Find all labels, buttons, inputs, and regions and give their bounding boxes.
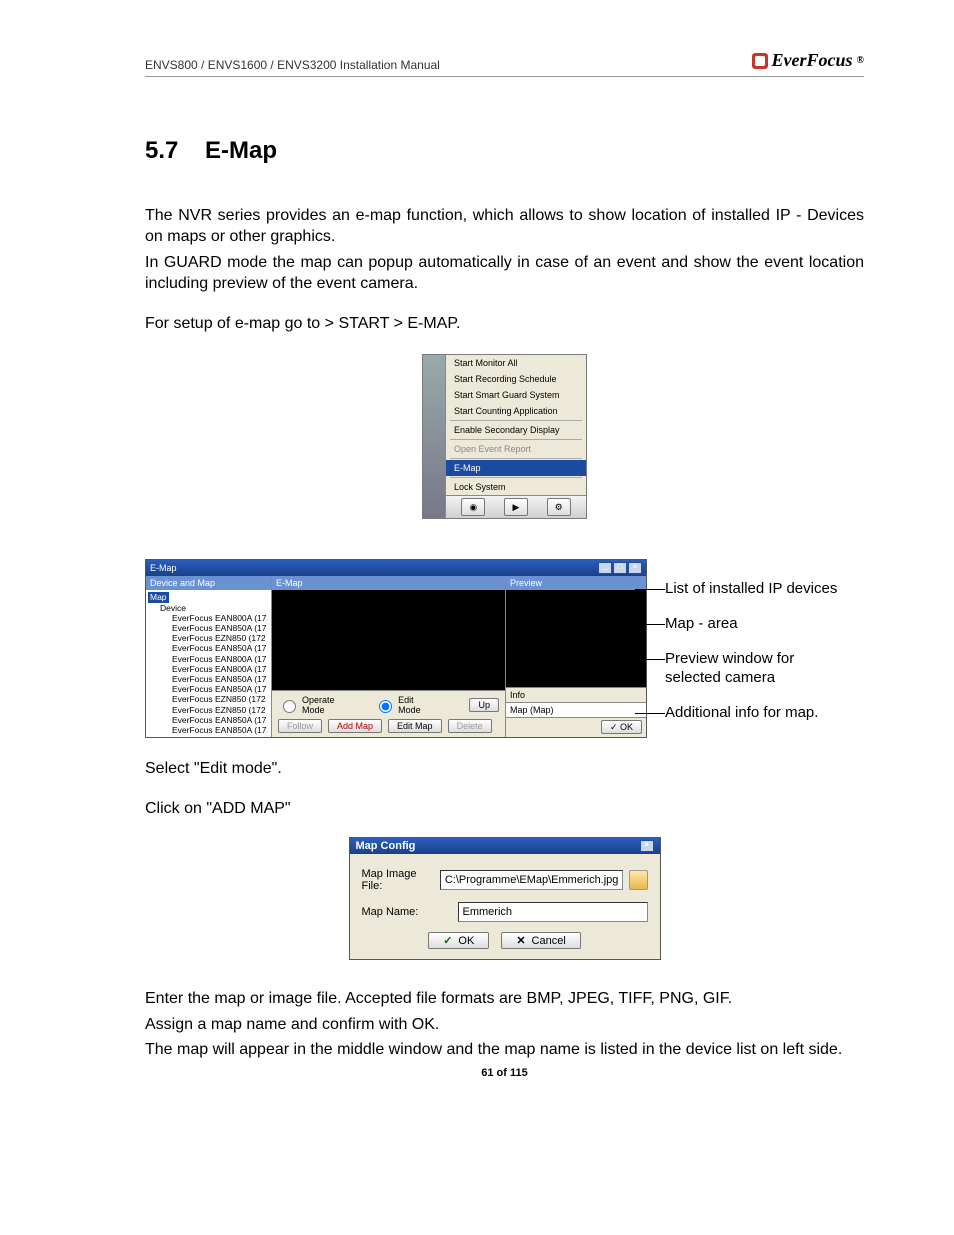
menu-item-disabled: Open Event Report	[446, 441, 586, 457]
menu-bottom-bar: ◉ ▶ ⚙	[446, 495, 586, 518]
info-header: Info	[506, 687, 646, 702]
callout: Map - area	[665, 614, 845, 634]
map-config-dialog: Map Config × Map Image File: C:\Programm…	[349, 837, 661, 960]
device-tree-panel: Device and Map Map Device EverFocus EAN8…	[146, 576, 272, 737]
menu-item[interactable]: Start Monitor All	[446, 355, 586, 371]
menu-separator	[450, 458, 582, 459]
callout: Preview window for selected camera	[665, 649, 845, 688]
menu-separator	[450, 439, 582, 440]
edit-map-button[interactable]: Edit Map	[388, 719, 442, 733]
page-number: 61 of 115	[145, 1067, 864, 1079]
tree-root-map[interactable]: Map	[148, 592, 169, 602]
device-tree[interactable]: Map Device EverFocus EAN800A (17 EverFoc…	[146, 590, 271, 737]
panel-header: E-Map	[272, 576, 505, 590]
map-footer-controls: Operate Mode Edit Mode Up Follow Add Map…	[272, 690, 505, 737]
browse-button[interactable]	[629, 870, 647, 890]
map-image-file-input[interactable]: C:\Programme\EMap\Emmerich.jpg	[440, 870, 624, 890]
tree-device-item[interactable]: EverFocus EAN800A (17	[148, 613, 269, 623]
menu-item[interactable]: Lock System	[446, 479, 586, 495]
tree-device-item[interactable]: EverFocus EZN850 (172	[148, 705, 269, 715]
map-name-label: Map Name:	[362, 906, 452, 918]
paragraph: Assign a map name and confirm with OK.	[145, 1014, 864, 1036]
play-icon[interactable]: ▶	[504, 498, 528, 516]
panel-header: Preview	[506, 576, 646, 590]
panel-header: Device and Map	[146, 576, 271, 590]
follow-button: Follow	[278, 719, 322, 733]
callout: List of installed IP devices	[665, 579, 845, 599]
page-header: ENVS800 / ENVS1600 / ENVS3200 Installati…	[145, 50, 864, 77]
emap-window: E-Map _ □ × Device and Map Map Device Ev…	[145, 559, 647, 738]
callout: Additional info for map.	[665, 703, 845, 723]
tree-device-item[interactable]: EverFocus EAN850A (17	[148, 674, 269, 684]
tree-device-item[interactable]: EverFocus EAN800A (17	[148, 654, 269, 664]
settings-icon[interactable]: ⚙	[547, 498, 571, 516]
map-image-file-label: Map Image File:	[362, 868, 434, 892]
preview-panel: Preview Info Map (Map) ✓ OK	[505, 576, 646, 737]
section-number: 5.7	[145, 137, 178, 164]
preview-area	[506, 590, 646, 687]
map-name-input[interactable]: Emmerich	[458, 902, 648, 922]
map-area-panel: E-Map Operate Mode Edit Mode Up Follow A…	[272, 576, 505, 737]
up-button[interactable]: Up	[469, 698, 499, 712]
menu-side-strip	[423, 355, 446, 518]
brand-name: EverFocus	[772, 50, 853, 71]
dialog-title: Map Config	[356, 840, 416, 852]
minimize-icon[interactable]: _	[598, 562, 612, 574]
check-icon: ✓	[443, 934, 452, 947]
registered-icon: ®	[857, 55, 864, 66]
ok-button[interactable]: ✓ OK	[601, 720, 642, 734]
paragraph: The map will appear in the middle window…	[145, 1039, 864, 1061]
tree-device-item[interactable]: EverFocus EZN850 (172	[148, 633, 269, 643]
close-icon[interactable]: ×	[640, 840, 654, 852]
add-map-button[interactable]: Add Map	[328, 719, 382, 733]
x-icon: ✕	[516, 934, 525, 947]
section-heading: 5.7 E-Map	[145, 137, 864, 165]
tree-device-item[interactable]: EverFocus EAN850A (17	[148, 715, 269, 725]
map-canvas[interactable]	[272, 590, 505, 690]
paragraph: In GUARD mode the map can popup automati…	[145, 252, 864, 295]
window-title: E-Map	[150, 563, 177, 573]
tree-device-item[interactable]: EverFocus EAN850A (17	[148, 725, 269, 735]
cancel-button[interactable]: ✕Cancel	[501, 932, 580, 949]
close-icon[interactable]: ×	[628, 562, 642, 574]
tree-device-item[interactable]: EverFocus EAN800A (17	[148, 664, 269, 674]
paragraph: Select "Edit mode".	[145, 758, 864, 780]
maximize-icon[interactable]: □	[613, 562, 627, 574]
info-value: Map (Map)	[506, 702, 646, 717]
section-title-text: E-Map	[205, 137, 277, 164]
paragraph: Click on "ADD MAP"	[145, 798, 864, 820]
tree-device-item[interactable]: EverFocus EAN850A (17	[148, 643, 269, 653]
menu-item-emap[interactable]: E-Map	[446, 460, 586, 476]
tree-device-item[interactable]: EverFocus EZN850 (172	[148, 694, 269, 704]
callout-list: List of installed IP devices Map - area …	[665, 559, 845, 738]
menu-item[interactable]: Start Smart Guard System	[446, 387, 586, 403]
paragraph: The NVR series provides an e-map functio…	[145, 205, 864, 248]
window-titlebar: E-Map _ □ ×	[146, 560, 646, 576]
tree-device-item[interactable]: EverFocus EAN850A (17	[148, 623, 269, 633]
logo-icon	[752, 53, 768, 69]
delete-button: Delete	[448, 719, 492, 733]
paragraph: Enter the map or image file. Accepted fi…	[145, 988, 864, 1010]
ok-button[interactable]: ✓OK	[428, 932, 489, 949]
edit-mode-radio[interactable]: Edit Mode	[374, 695, 437, 715]
tree-node-device[interactable]: Device	[148, 603, 269, 613]
menu-item[interactable]: Start Recording Schedule	[446, 371, 586, 387]
header-doc-title: ENVS800 / ENVS1600 / ENVS3200 Installati…	[145, 58, 440, 72]
brand-logo: EverFocus ®	[752, 50, 864, 71]
menu-item[interactable]: Enable Secondary Display	[446, 422, 586, 438]
start-menu-screenshot: Start Monitor All Start Recording Schedu…	[145, 354, 864, 519]
menu-separator	[450, 420, 582, 421]
tree-device-item[interactable]: EverFocus EAN850A (17	[148, 684, 269, 694]
operate-mode-radio[interactable]: Operate Mode	[278, 695, 358, 715]
menu-item[interactable]: Start Counting Application	[446, 403, 586, 419]
record-icon[interactable]: ◉	[461, 498, 485, 516]
paragraph: For setup of e-map go to > START > E-MAP…	[145, 313, 864, 335]
menu-separator	[450, 477, 582, 478]
